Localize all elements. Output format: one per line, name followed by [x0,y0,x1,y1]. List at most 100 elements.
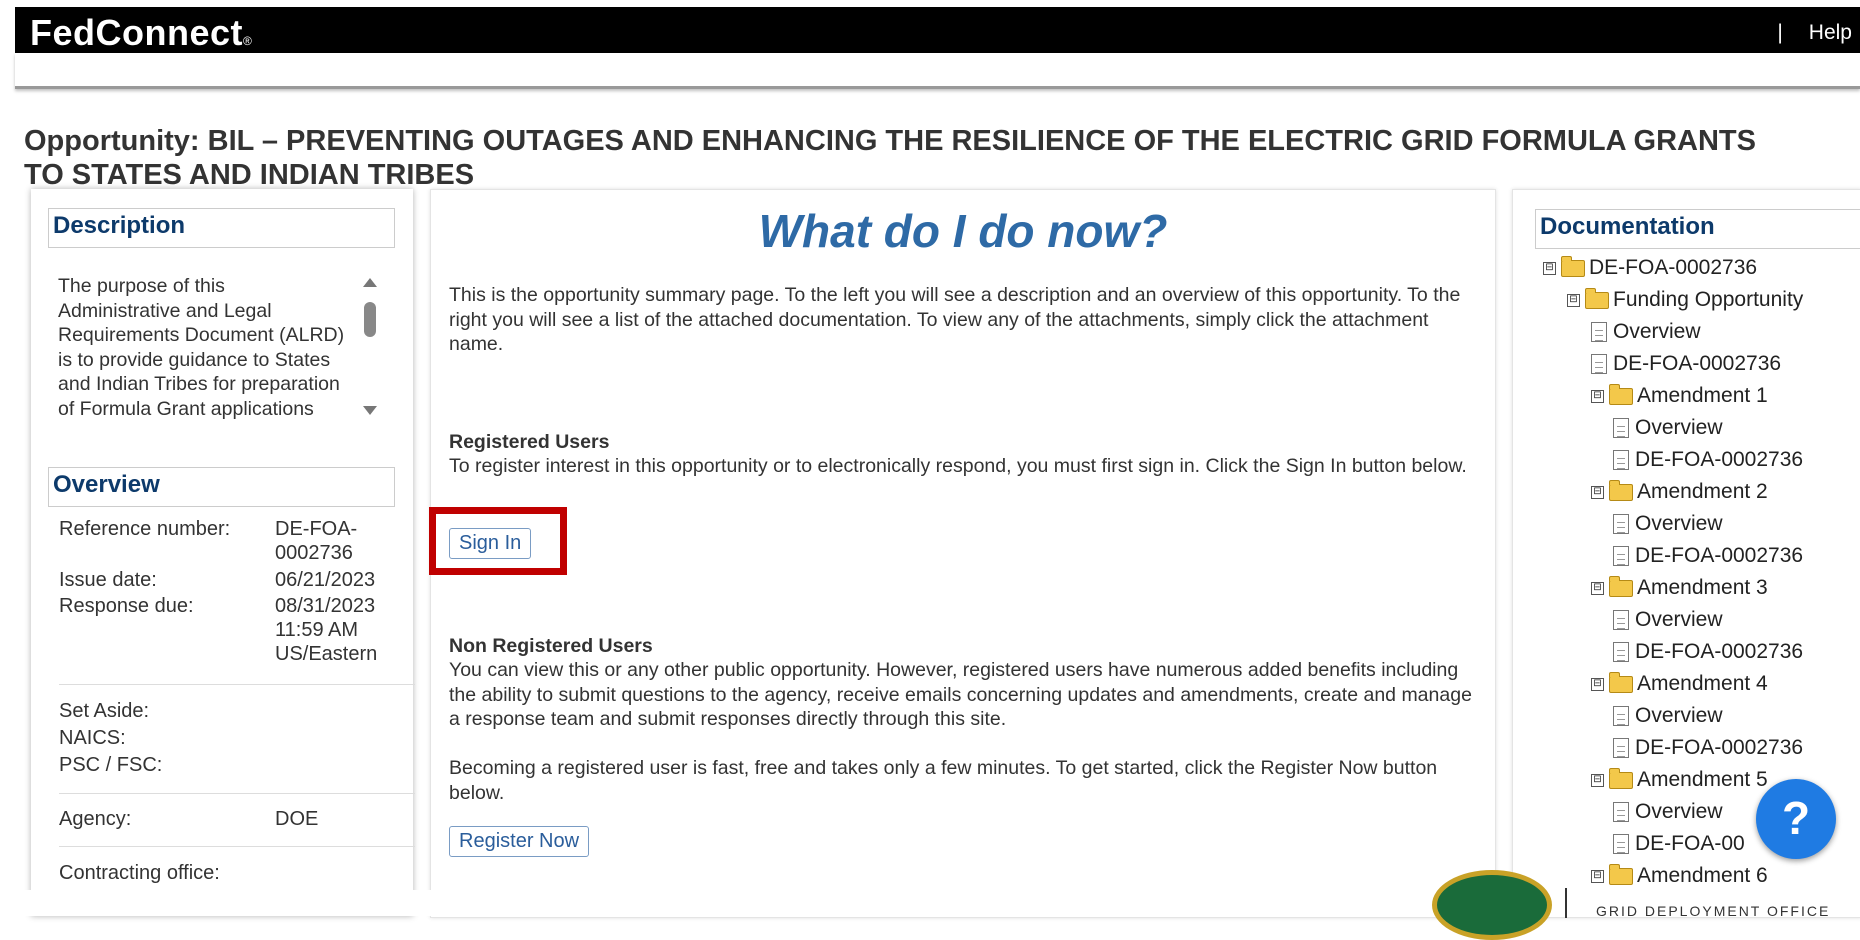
tree-node-document[interactable]: DE-FOA-0002736 [1613,544,1803,568]
contracting-office-label: Contracting office: [59,862,220,884]
folder-icon [1609,575,1633,597]
response-due-label: Response due: [59,595,194,617]
naics-label: NAICS: [59,727,126,749]
tree-label[interactable]: Overview [1635,704,1723,727]
folder-icon [1585,287,1609,309]
tree-node-document[interactable]: DE-FOA-00 [1613,832,1745,856]
tree-node-funding-opportunity[interactable]: ⊟ Funding Opportunity [1567,287,1803,312]
tree-label[interactable]: Overview [1635,800,1723,823]
document-icon [1613,514,1629,535]
registered-users-heading: Registered Users [449,431,610,453]
tree-label[interactable]: Overview [1635,416,1723,439]
tree-label[interactable]: Amendment 5 [1637,768,1768,791]
issue-date-label: Issue date: [59,569,157,591]
agency-value: DOE [275,808,319,830]
tree-node-overview[interactable]: Overview [1613,608,1723,632]
document-icon [1613,802,1629,823]
what-to-do-heading: What do I do now? [758,205,1168,257]
registered-mark: ® [243,34,253,48]
scroll-thumb[interactable] [364,302,376,337]
tree-label[interactable]: Amendment 2 [1637,480,1768,503]
register-text: Becoming a registered user is fast, free… [449,757,1438,804]
tree-node-overview[interactable]: Overview [1613,704,1723,728]
collapse-icon[interactable]: ⊟ [1567,293,1580,307]
set-aside-label: Set Aside: [59,700,150,722]
tree-node-amendment[interactable]: ⊟ Amendment 6 [1591,863,1768,888]
page-title-line-2: TO STATES AND INDIAN TRIBES [24,159,475,191]
collapse-icon[interactable]: ⊟ [1591,869,1604,883]
tree-label[interactable]: Amendment 1 [1637,384,1768,407]
center-panel: What do I do now? This is the opportunit… [430,189,1496,918]
description-text: The purpose of this Administrative and L… [58,275,345,419]
scroll-down-icon[interactable] [363,406,377,415]
tree-node-root[interactable]: ⊟ DE-FOA-0002736 [1543,255,1757,280]
grid-deployment-office-label: GRID DEPLOYMENT OFFICE [1596,903,1831,919]
document-icon [1613,546,1629,567]
response-due-date: 08/31/2023 [275,595,376,617]
tree-label[interactable]: DE-FOA-0002736 [1613,352,1781,375]
folder-icon [1609,479,1633,501]
tree-node-overview[interactable]: Overview [1613,512,1723,536]
description-scrollbar[interactable] [361,274,379,419]
document-icon [1613,610,1629,631]
tree-label[interactable]: Amendment 6 [1637,864,1768,887]
register-now-button[interactable]: Register Now [449,826,590,857]
collapse-icon[interactable]: ⊟ [1591,773,1604,787]
brand-name: FedConnect [30,12,244,53]
folder-icon [1609,671,1633,693]
description-scroll-box[interactable]: The purpose of this Administrative and L… [48,274,378,419]
tree-node-amendment[interactable]: ⊟ Amendment 1 [1591,383,1768,408]
divider [59,793,415,794]
tree-label[interactable]: Overview [1613,320,1701,343]
collapse-icon[interactable]: ⊟ [1591,677,1604,691]
collapse-icon[interactable]: ⊟ [1543,261,1556,275]
page-title: Opportunity: BIL – PREVENTING OUTAGES AN… [24,124,1860,192]
top-links-separator: | [1777,21,1783,44]
tree-node-document[interactable]: DE-FOA-0002736 [1591,352,1781,376]
help-link[interactable]: Help [1809,21,1852,44]
document-icon [1613,706,1629,727]
document-icon [1613,642,1629,663]
tree-node-amendment[interactable]: ⊟ Amendment 4 [1591,671,1768,696]
tree-node-amendment[interactable]: ⊟ Amendment 2 [1591,479,1768,504]
document-icon [1613,834,1629,855]
tree-node-overview[interactable]: Overview [1591,320,1701,344]
agency-label: Agency: [59,808,132,830]
tree-label[interactable]: Overview [1635,512,1723,535]
tree-node-overview[interactable]: Overview [1613,416,1723,440]
divider [59,846,415,847]
scroll-up-icon[interactable] [363,278,377,287]
tree-label[interactable]: DE-FOA-0002736 [1635,448,1803,471]
documentation-heading: Documentation [1535,209,1860,249]
description-heading: Description [48,208,395,248]
reference-number-value-1: DE-FOA- [275,518,358,540]
collapse-icon[interactable]: ⊟ [1591,485,1604,499]
tree-label[interactable]: DE-FOA-0002736 [1589,256,1757,279]
help-question-icon[interactable]: ? [1756,779,1836,859]
fedconnect-logo[interactable]: FedConnect® [30,12,252,54]
tree-node-amendment[interactable]: ⊟ Amendment 5 [1591,767,1768,792]
collapse-icon[interactable]: ⊟ [1591,389,1604,403]
tree-label[interactable]: DE-FOA-0002736 [1635,736,1803,759]
tree-label[interactable]: Funding Opportunity [1613,288,1803,311]
tree-label[interactable]: Overview [1635,608,1723,631]
tree-label[interactable]: DE-FOA-0002736 [1635,640,1803,663]
footer [0,890,1860,916]
page-title-line-1: Opportunity: BIL – PREVENTING OUTAGES AN… [24,125,1756,157]
document-icon [1591,354,1607,375]
reference-number-value-2: 0002736 [275,542,353,564]
sub-nav-bar [15,53,1860,89]
non-registered-users-heading: Non Registered Users [449,635,653,657]
issue-date-value: 06/21/2023 [275,569,376,591]
collapse-icon[interactable]: ⊟ [1591,581,1604,595]
tree-node-overview[interactable]: Overview [1613,800,1723,824]
tree-label[interactable]: Amendment 4 [1637,672,1768,695]
response-due-timezone: US/Eastern [275,643,378,665]
tree-node-document[interactable]: DE-FOA-0002736 [1613,736,1803,760]
tree-label[interactable]: DE-FOA-0002736 [1635,544,1803,567]
tree-label[interactable]: DE-FOA-00 [1635,832,1745,855]
tree-node-document[interactable]: DE-FOA-0002736 [1613,448,1803,472]
tree-node-amendment[interactable]: ⊟ Amendment 3 [1591,575,1768,600]
tree-node-document[interactable]: DE-FOA-0002736 [1613,640,1803,664]
tree-label[interactable]: Amendment 3 [1637,576,1768,599]
